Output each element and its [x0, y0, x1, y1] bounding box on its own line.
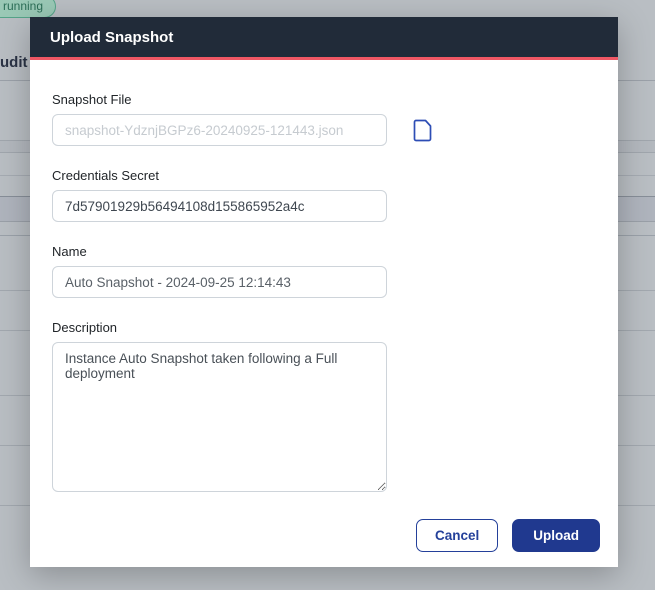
- credentials-secret-group: Credentials Secret: [52, 168, 596, 222]
- modal-header: Upload Snapshot: [30, 17, 618, 57]
- credentials-secret-label: Credentials Secret: [52, 168, 159, 183]
- snapshot-file-label: Snapshot File: [52, 92, 132, 107]
- status-badge: running: [0, 0, 57, 18]
- modal-title: Upload Snapshot: [50, 28, 174, 46]
- name-input[interactable]: [52, 266, 387, 298]
- snapshot-file-row: [52, 114, 596, 146]
- modal-footer: Cancel Upload: [30, 519, 618, 572]
- snapshot-file-group: Snapshot File: [52, 92, 596, 146]
- modal-body: Snapshot File Credentials Secret Name: [30, 60, 618, 519]
- upload-button[interactable]: Upload: [512, 519, 600, 552]
- description-label: Description: [52, 320, 118, 335]
- upload-snapshot-modal: Upload Snapshot Snapshot File Credential…: [30, 17, 618, 567]
- name-group: Name: [52, 244, 596, 298]
- snapshot-file-input[interactable]: [52, 114, 387, 146]
- description-textarea[interactable]: Instance Auto Snapshot taken following a…: [52, 342, 387, 492]
- cancel-button[interactable]: Cancel: [415, 519, 499, 552]
- file-icon: [413, 119, 432, 142]
- name-label: Name: [52, 244, 87, 259]
- choose-file-button[interactable]: [413, 119, 432, 142]
- description-group: Description Instance Auto Snapshot taken…: [52, 320, 596, 497]
- credentials-secret-input[interactable]: [52, 190, 387, 222]
